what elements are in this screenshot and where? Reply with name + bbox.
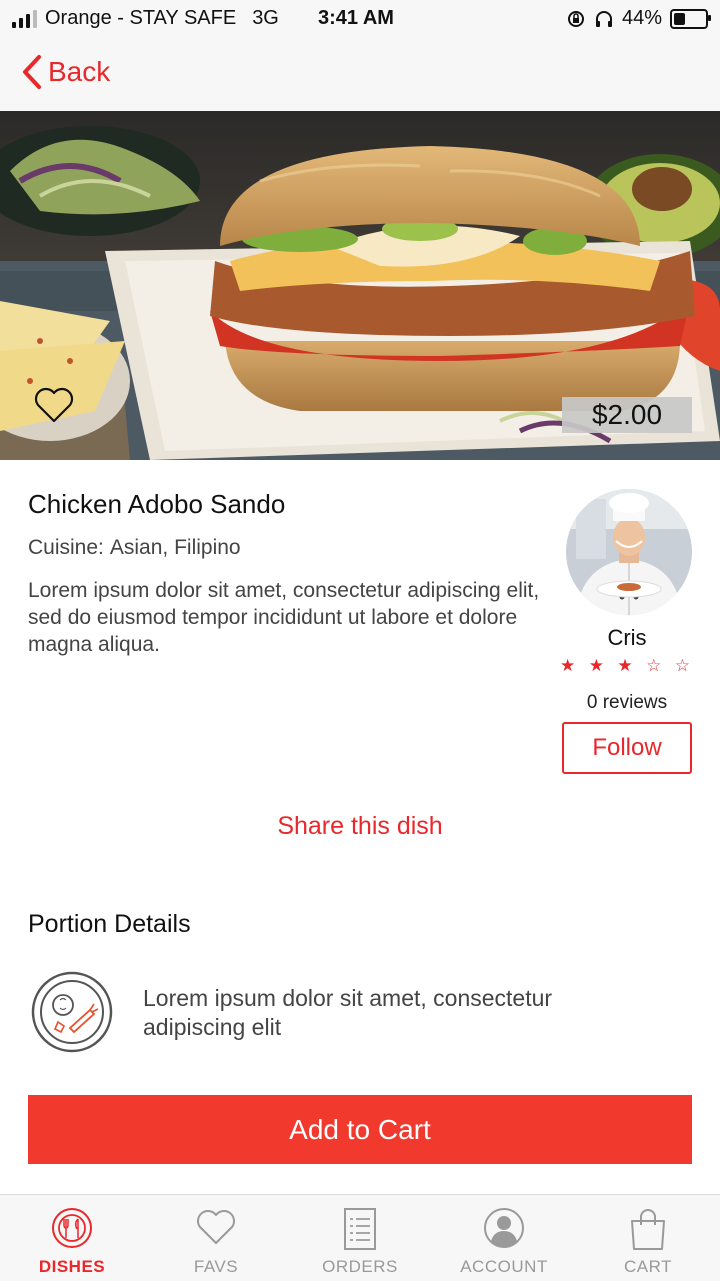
orientation-lock-icon [567,10,584,27]
back-button[interactable]: Back [20,54,110,90]
chevron-left-icon [23,55,41,89]
chef-rating: ★ ★ ★ ☆ ☆ [560,656,690,676]
add-to-cart-button[interactable]: Add to Cart [28,1095,692,1164]
cuisine-label: Cuisine: [28,536,104,559]
star-empty-icon: ☆ [646,656,662,675]
battery-icon [670,8,711,29]
carrier-name: Orange - STAY SAFE [45,7,237,29]
tab-cart[interactable]: CART [576,1195,720,1281]
dishes-icon [52,1208,92,1248]
signal-icon [12,9,37,28]
status-left: Orange - STAY SAFE 3G [12,7,279,30]
headphones-icon [595,10,612,27]
tab-label: ORDERS [322,1257,398,1276]
dish-description: Lorem ipsum dolor sit amet, consectetur … [28,579,540,656]
tab-label: ACCOUNT [460,1257,548,1276]
tab-label: DISHES [38,1257,106,1276]
chef-avatar[interactable] [566,489,692,615]
tab-orders[interactable]: ORDERS [288,1195,432,1281]
star-filled-icon: ★ [617,656,633,675]
dish-title: Chicken Adobo Sando [28,489,286,519]
tab-bar: DISHES FAVS ORDERS ACCOUNT CART [0,1194,720,1281]
status-right: 44% [566,7,711,30]
portion-details-heading: Portion Details [28,910,191,938]
star-filled-icon: ★ [588,656,604,675]
heart-icon [197,1210,235,1244]
tab-label: FAVS [193,1257,239,1276]
tab-dishes[interactable]: DISHES [0,1195,144,1281]
chef-name: Cris [607,625,647,650]
chef-reviews-count: 0 reviews [586,692,668,713]
cuisine-line: Cuisine: Asian, Filipino [28,536,241,560]
status-time: 3:41 AM [318,7,394,29]
network-type: 3G [252,7,279,29]
cuisine-value: Asian, Filipino [109,536,241,559]
battery-fill [674,12,685,25]
star-filled-icon: ★ [560,656,576,675]
status-bar: Orange - STAY SAFE 3G 3:41 AM 44% [0,0,720,36]
battery-percent: 44% [621,7,662,29]
orders-icon [344,1208,376,1250]
share-dish-link[interactable]: Share this dish [0,812,720,841]
tab-label: CART [624,1257,672,1276]
tab-account[interactable]: ACCOUNT [432,1195,576,1281]
portion-description: Lorem ipsum dolor sit amet, consectetur … [143,985,553,1040]
nav-bar: Back [0,36,720,111]
follow-button[interactable]: Follow [562,722,692,774]
account-icon [484,1208,524,1248]
favorite-heart-icon[interactable] [32,385,76,425]
plate-icon [31,971,113,1053]
star-empty-icon: ☆ [674,656,690,675]
bag-icon [631,1209,665,1250]
back-label: Back [48,56,111,87]
tab-favs[interactable]: FAVS [144,1195,288,1281]
price-tag: $2.00 [562,397,692,433]
